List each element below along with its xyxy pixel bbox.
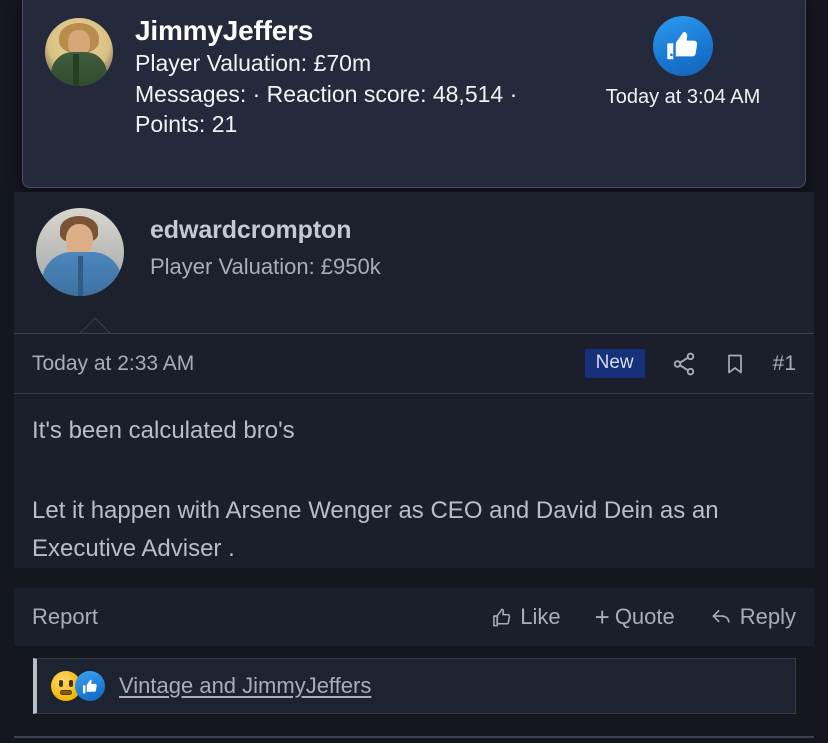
quote-button[interactable]: + Quote	[595, 604, 675, 630]
reactions-bar[interactable]: Vintage and JimmyJeffers	[33, 658, 796, 714]
member-card-stats: Messages: · Reaction score: 48,514 ·	[135, 80, 518, 107]
post-author-avatar[interactable]	[36, 208, 124, 296]
forum-post-screen: JimmyJeffers Player Valuation: £70m Mess…	[0, 0, 828, 743]
post-number[interactable]: #1	[773, 352, 796, 376]
report-button[interactable]: Report	[32, 604, 491, 630]
quote-label: Quote	[614, 604, 675, 629]
post-meta-row: Today at 2:33 AM New #1	[14, 333, 814, 393]
member-card-details: JimmyJeffers Player Valuation: £70m Mess…	[135, 14, 583, 140]
thumbs-up-outline-icon	[491, 606, 514, 629]
post-author-valuation: Player Valuation: £950k	[150, 253, 381, 279]
status-badge-new: New	[584, 349, 645, 378]
reaction-user-list[interactable]: Vintage and JimmyJeffers	[119, 673, 371, 699]
avatar-body	[51, 52, 107, 86]
like-button[interactable]: Like	[491, 604, 561, 630]
member-card-meta: Today at 3:04 AM	[583, 16, 783, 109]
bottom-divider	[14, 736, 814, 738]
post-action-buttons: Like + Quote Reply	[491, 604, 796, 630]
post-meta-actions: New #1	[584, 349, 796, 378]
post-paragraph-2: Let it happen with Arsene Wenger as CEO …	[32, 496, 719, 562]
post-author-header: edwardcrompton Player Valuation: £950k	[14, 192, 814, 333]
member-hover-card: JimmyJeffers Player Valuation: £70m Mess…	[22, 0, 806, 188]
member-card-points: Points: 21	[135, 111, 238, 138]
post-author-username[interactable]: edwardcrompton	[150, 214, 381, 247]
post-author-details: edwardcrompton Player Valuation: £950k	[150, 208, 381, 282]
reply-button[interactable]: Reply	[709, 604, 796, 630]
emoji-mouth	[60, 690, 72, 695]
reply-label: Reply	[739, 604, 796, 629]
avatar-shirt-placket	[73, 54, 79, 86]
post-body: It's been calculated bro's Let it happen…	[14, 393, 814, 568]
header-caret-icon	[80, 318, 110, 334]
member-card-username[interactable]: JimmyJeffers	[135, 14, 583, 48]
emoji-eye-left	[59, 680, 63, 687]
post-actions-row: Report Like + Quote Reply	[14, 588, 814, 646]
member-card-avatar[interactable]	[45, 18, 113, 86]
bookmark-icon[interactable]	[723, 351, 747, 377]
emoji-eye-right	[69, 680, 73, 687]
post-timestamp[interactable]: Today at 2:33 AM	[32, 352, 585, 376]
share-icon[interactable]	[671, 351, 697, 377]
thumbs-up-icon	[653, 16, 713, 76]
like-label: Like	[520, 604, 561, 629]
avatar-image	[36, 208, 124, 296]
avatar-shirt-placket	[78, 256, 83, 296]
member-card-valuation: Player Valuation: £70m	[135, 50, 372, 77]
plus-icon: +	[594, 602, 610, 632]
member-card-timestamp: Today at 3:04 AM	[605, 86, 761, 108]
post-paragraph-1: It's been calculated bro's	[32, 417, 295, 444]
reply-arrow-icon	[709, 606, 734, 629]
avatar-image	[45, 18, 113, 86]
thumbs-up-icon	[75, 671, 105, 701]
